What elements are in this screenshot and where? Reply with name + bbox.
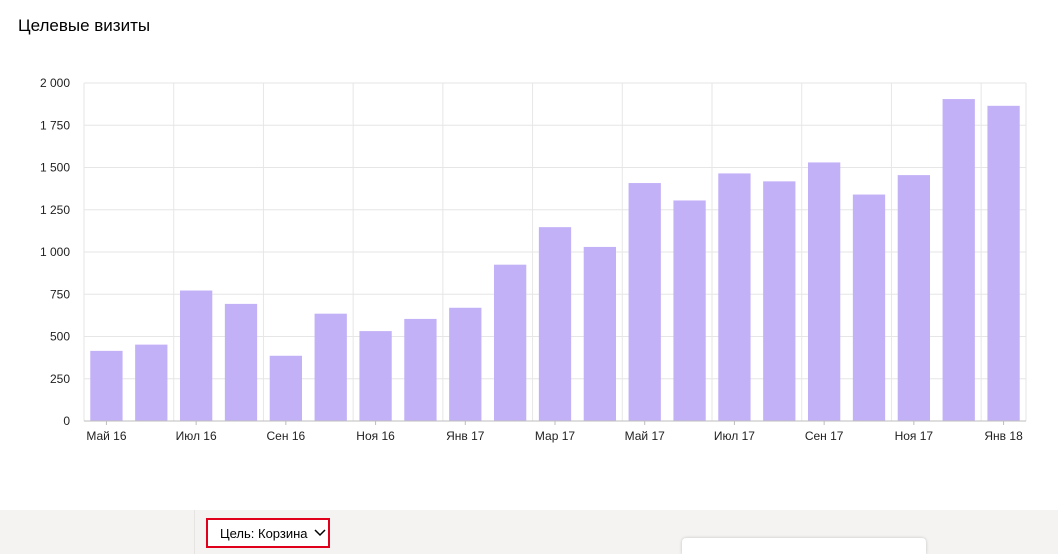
bar (538, 227, 572, 421)
bar (807, 162, 841, 421)
x-tick-label: Ноя 17 (895, 429, 934, 443)
y-tick-label: 0 (63, 414, 70, 428)
x-tick-label: Сен 16 (267, 429, 306, 443)
x-tick-label: Мар 17 (535, 429, 575, 443)
bar (673, 200, 706, 421)
bar (628, 183, 661, 421)
bar (493, 264, 527, 421)
y-tick-label: 1 250 (40, 203, 70, 217)
goal-selector-button[interactable]: Цель: Корзина (206, 518, 330, 548)
x-axis: Май 16 Июл 16 Сен 16 Ноя 16 Янв 17 Мар 17 Май … (84, 420, 1026, 443)
bar (269, 355, 303, 421)
bar (135, 344, 168, 421)
x-tick-label: Сен 17 (805, 429, 844, 443)
bar (718, 173, 751, 421)
bar (224, 303, 258, 421)
x-tick-label: Ноя 16 (356, 429, 395, 443)
y-axis: 0 250 500 750 1 000 1 250 1 500 1 750 2 000 (40, 76, 70, 428)
bars (90, 99, 1020, 422)
y-tick-label: 2 000 (40, 76, 70, 90)
bar (179, 290, 213, 421)
y-tick-label: 250 (50, 372, 70, 386)
y-tick-label: 500 (50, 330, 70, 344)
bar (583, 246, 617, 421)
popup-panel-edge (682, 538, 926, 554)
x-tick-label: Янв 18 (984, 429, 1023, 443)
x-tick-label: Май 16 (86, 429, 127, 443)
bar (987, 105, 1020, 421)
x-tick-label: Июл 17 (714, 429, 755, 443)
bar (763, 181, 796, 421)
bar (449, 307, 482, 421)
y-tick-label: 1 750 (40, 118, 70, 132)
y-tick-label: 750 (50, 287, 70, 301)
x-tick-label: Май 17 (625, 429, 666, 443)
bar (359, 331, 392, 421)
y-tick-label: 1 000 (40, 245, 70, 259)
bar (90, 350, 123, 421)
bar (897, 175, 931, 421)
x-tick-label: Июл 16 (176, 429, 217, 443)
bar (852, 194, 886, 421)
x-tick-label: Янв 17 (446, 429, 485, 443)
bar-chart: 0 250 500 750 1 000 1 250 1 500 1 750 2 000 Май … (40, 76, 1027, 443)
goal-selector-label: Цель: Корзина (220, 525, 308, 541)
y-tick-label: 1 500 (40, 161, 70, 175)
bar (404, 318, 437, 421)
bar (942, 99, 975, 422)
bar (314, 313, 347, 421)
toolbar-divider (194, 510, 195, 554)
chevron-down-icon (313, 529, 326, 537)
